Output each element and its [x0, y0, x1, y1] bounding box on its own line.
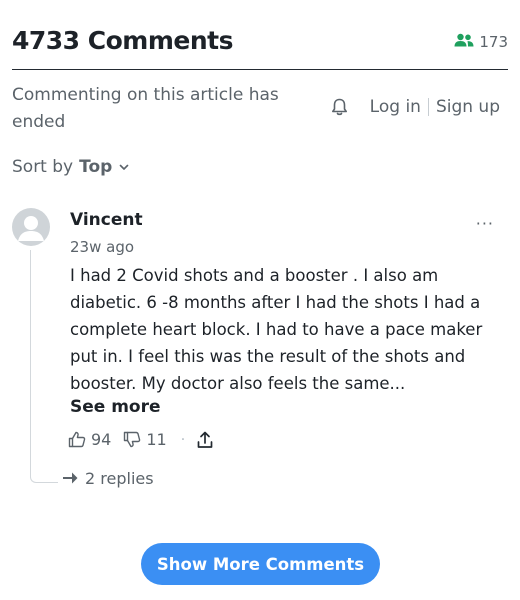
sort-value: Top: [79, 157, 113, 177]
bell-icon[interactable]: [331, 98, 348, 116]
sort-dropdown[interactable]: Sort by Top: [12, 157, 129, 177]
dislike-count: 11: [146, 430, 167, 449]
chevron-down-icon: [119, 164, 129, 171]
reply-thread-line: [30, 250, 58, 483]
like-count: 94: [91, 430, 112, 449]
sort-label: Sort by: [12, 157, 74, 177]
commenting-ended-notice: Commenting on this article has ended: [12, 85, 279, 132]
signup-link[interactable]: Sign up: [436, 97, 500, 117]
auth-divider: [427, 98, 429, 116]
auth-links: Log in Sign up: [331, 97, 500, 117]
thumbs-down-icon: [123, 431, 141, 448]
thumbs-up-icon: [68, 431, 86, 448]
action-separator: ·: [180, 431, 186, 448]
comment-author[interactable]: Vincent: [70, 210, 143, 230]
more-options-icon[interactable]: ···: [476, 214, 494, 233]
like-button[interactable]: 94: [68, 430, 111, 449]
comment-body: I had 2 Covid shots and a booster . I al…: [70, 266, 483, 393]
comments-title: 4733 Comments: [12, 26, 234, 55]
viewer-count-value: 173: [479, 32, 508, 51]
comments-header: 4733 Comments 173: [12, 22, 508, 70]
people-icon: [454, 32, 474, 51]
avatar[interactable]: [12, 208, 50, 246]
see-more-link[interactable]: See more: [70, 397, 161, 417]
replies-count: 2 replies: [85, 469, 154, 488]
viewer-count: 173: [454, 32, 508, 51]
replies-link[interactable]: 2 replies: [62, 469, 154, 488]
comment-actions: 94 11 ·: [68, 430, 218, 449]
login-link[interactable]: Log in: [370, 97, 421, 117]
dislike-button[interactable]: 11: [123, 430, 167, 449]
share-button[interactable]: [197, 431, 218, 449]
reply-arrow-icon: [62, 472, 78, 485]
show-more-comments-button[interactable]: Show More Comments: [141, 543, 380, 585]
share-icon: [197, 431, 213, 449]
comment-timestamp: 23w ago: [70, 238, 135, 256]
